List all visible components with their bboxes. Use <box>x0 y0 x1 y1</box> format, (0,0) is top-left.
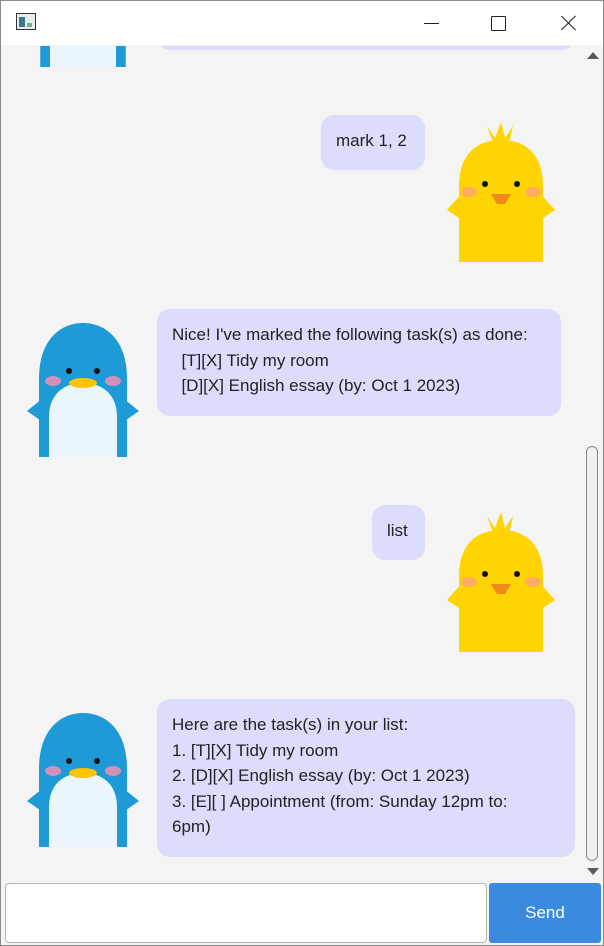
penguin-avatar <box>13 707 153 847</box>
chick-avatar <box>431 512 571 652</box>
close-icon <box>561 15 577 31</box>
dialog-container[interactable]: mark 1, 2 Nice! I've marked the followin… <box>1 46 603 880</box>
scroll-up-arrow-icon[interactable] <box>587 52 599 59</box>
scrollbar-thumb[interactable] <box>586 446 598 861</box>
bot-message-bubble: Here are the task(s) in your list: 1. [T… <box>157 699 575 857</box>
app-window-icon <box>16 13 36 30</box>
bot-message-bubble <box>157 46 575 50</box>
user-message-bubble: list <box>372 505 425 560</box>
chick-avatar <box>431 122 571 262</box>
scroll-down-arrow-icon[interactable] <box>587 868 599 875</box>
close-button[interactable] <box>534 1 603 45</box>
minimize-icon <box>423 22 439 24</box>
bot-message-bubble: Nice! I've marked the following task(s) … <box>157 309 561 416</box>
maximize-button[interactable] <box>463 1 533 45</box>
penguin-avatar <box>13 317 153 457</box>
maximize-icon <box>490 15 506 31</box>
app-window: mark 1, 2 Nice! I've marked the followin… <box>0 0 604 946</box>
vertical-scrollbar[interactable] <box>583 46 603 880</box>
minimize-button[interactable] <box>396 1 466 45</box>
penguin-avatar <box>13 46 153 67</box>
user-message-bubble: mark 1, 2 <box>321 115 425 170</box>
title-bar[interactable] <box>1 1 603 45</box>
message-input[interactable] <box>5 883 487 943</box>
send-button[interactable]: Send <box>489 883 601 943</box>
input-row: Send <box>1 881 603 945</box>
